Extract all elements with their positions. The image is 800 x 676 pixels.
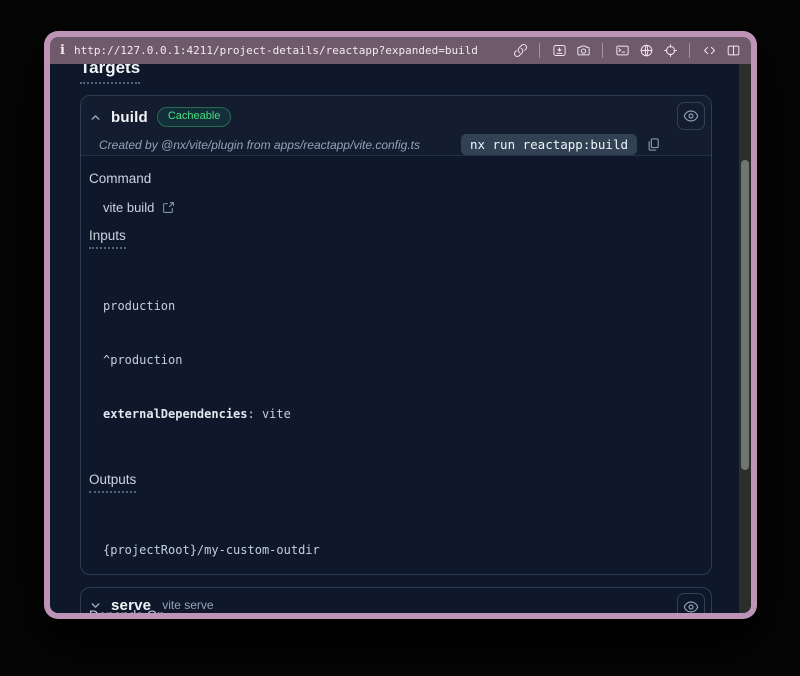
browser-window: i http://127.0.0.1:4211/project-details/… <box>44 31 757 619</box>
build-card-header[interactable]: build Cacheable Created by @nx/vite/plug… <box>81 96 711 156</box>
browser-titlebar: i http://127.0.0.1:4211/project-details/… <box>50 37 751 64</box>
run-command-group: nx run reactapp:build <box>461 134 661 155</box>
serve-header-row[interactable]: serve vite serve <box>81 588 711 613</box>
page-viewport: Targets build Cacheable Created by @nx/v… <box>50 64 751 613</box>
globe-icon[interactable] <box>638 43 654 59</box>
build-header-row: build Cacheable <box>89 104 701 130</box>
command-heading: Command <box>89 171 695 186</box>
serve-command-text: vite serve <box>162 598 213 612</box>
vertical-scrollbar[interactable] <box>739 64 751 613</box>
url-text[interactable]: http://127.0.0.1:4211/project-details/re… <box>74 44 478 57</box>
external-link-icon[interactable] <box>162 201 175 214</box>
terminal-icon[interactable] <box>614 43 630 59</box>
eye-icon <box>683 599 699 613</box>
run-command-chip[interactable]: nx run reactapp:build <box>461 134 637 155</box>
target-card-build: build Cacheable Created by @nx/vite/plug… <box>80 95 712 575</box>
target-name: build <box>111 109 148 126</box>
input-item: externalDependencies: vite <box>103 405 695 423</box>
target-name: serve <box>111 597 151 614</box>
eye-icon <box>683 108 699 124</box>
code-icon-glyph <box>702 43 717 58</box>
browser-toolbar <box>512 43 741 59</box>
external-link-icon-glyph <box>162 201 175 214</box>
split-view-icon-glyph <box>726 43 741 58</box>
view-target-button[interactable] <box>677 593 705 613</box>
input-item: production <box>103 297 695 315</box>
screencast-icon-glyph <box>552 43 567 58</box>
toolbar-separator <box>602 43 603 58</box>
chevron-up-icon[interactable] <box>89 111 102 124</box>
input-item: ^production <box>103 351 695 369</box>
page-title: Targets <box>80 64 140 84</box>
command-value: vite build <box>103 200 154 215</box>
chevron-down-icon-glyph <box>89 599 102 612</box>
terminal-icon-glyph <box>615 43 630 58</box>
chevron-down-icon[interactable] <box>89 599 102 612</box>
target-card-serve: serve vite serve <box>80 587 712 613</box>
inspect-target-icon[interactable] <box>662 43 678 59</box>
info-icon: i <box>60 44 65 57</box>
copy-icon <box>646 137 661 152</box>
created-by-text: Created by @nx/vite/plugin from apps/rea… <box>99 138 420 152</box>
scrollbar-thumb[interactable] <box>741 160 749 470</box>
cacheable-badge: Cacheable <box>157 107 232 127</box>
code-icon[interactable] <box>701 43 717 59</box>
outputs-heading: Outputs <box>89 472 695 493</box>
inspect-target-icon-glyph <box>663 43 678 58</box>
build-card-body: Command vite build Inputs production ^pr… <box>81 156 711 613</box>
copy-command-button[interactable] <box>646 137 661 152</box>
build-subheader-row: Created by @nx/vite/plugin from apps/rea… <box>99 134 701 155</box>
output-item: {projectRoot}/my-custom-outdir <box>103 541 695 559</box>
toolbar-separator <box>689 43 690 58</box>
view-target-button[interactable] <box>677 102 705 130</box>
inputs-list: production ^production externalDependenc… <box>103 261 695 459</box>
split-view-icon[interactable] <box>725 43 741 59</box>
outputs-list: {projectRoot}/my-custom-outdir <box>103 505 695 595</box>
camera-icon[interactable] <box>575 43 591 59</box>
toolbar-separator <box>539 43 540 58</box>
camera-icon-glyph <box>576 43 591 58</box>
command-value-row: vite build <box>103 200 695 215</box>
inputs-heading: Inputs <box>89 228 695 249</box>
chevron-up-icon-glyph <box>89 111 102 124</box>
link-icon[interactable] <box>512 43 528 59</box>
link-icon-glyph <box>513 43 528 58</box>
globe-icon-glyph <box>639 43 654 58</box>
screencast-icon[interactable] <box>551 43 567 59</box>
